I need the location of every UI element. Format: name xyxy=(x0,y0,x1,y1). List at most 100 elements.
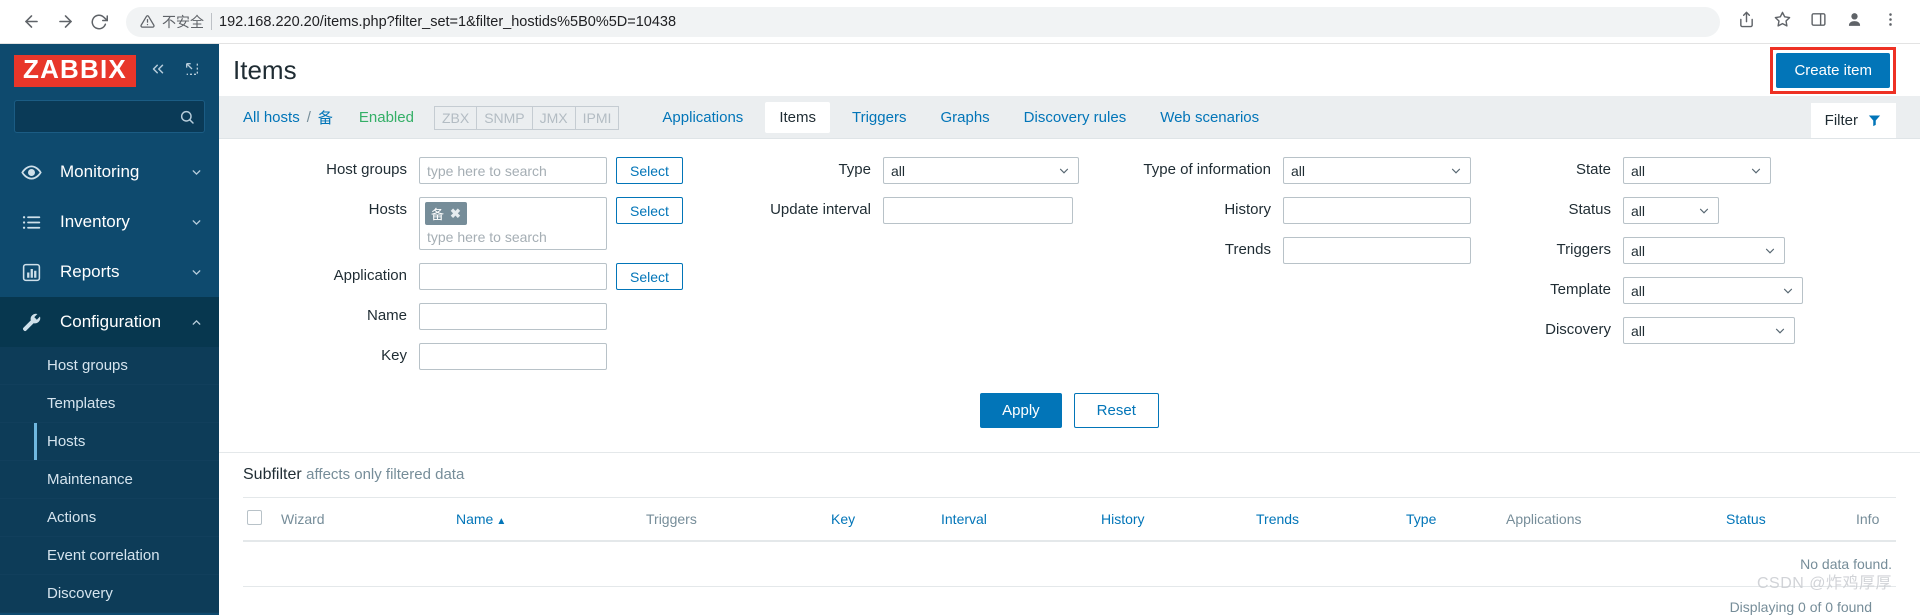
side-panel-icon xyxy=(1810,11,1827,33)
profile-icon xyxy=(1845,10,1864,34)
sidebar-item-templates[interactable]: Templates xyxy=(0,385,219,423)
state-select[interactable]: all xyxy=(1623,157,1771,184)
template-select[interactable]: all xyxy=(1623,277,1803,304)
forward-arrow-icon xyxy=(56,12,75,31)
tab-web-scenarios[interactable]: Web scenarios xyxy=(1143,109,1276,126)
zabbix-logo[interactable]: ZABBIX xyxy=(14,55,136,87)
host-groups-select-button[interactable]: Select xyxy=(616,157,683,184)
forward-button[interactable] xyxy=(48,5,82,39)
column-interval[interactable]: Interval xyxy=(937,497,1097,542)
reset-button[interactable]: Reset xyxy=(1073,393,1159,428)
application-input[interactable] xyxy=(419,263,607,290)
filter-row-host-groups: Host groups type here to search Select xyxy=(243,157,723,184)
table-row: No data found. xyxy=(243,541,1896,587)
key-input[interactable] xyxy=(419,343,607,370)
chevron-down-icon xyxy=(1763,244,1777,258)
breadcrumb-all-hosts[interactable]: All hosts xyxy=(243,109,300,126)
sidebar-item-reports[interactable]: Reports xyxy=(0,247,219,297)
sidebar-item-discovery[interactable]: Discovery xyxy=(0,575,219,613)
filter-label-triggers: Triggers xyxy=(1556,241,1611,258)
column-name[interactable]: Name ▲ xyxy=(452,497,642,542)
application-select-button[interactable]: Select xyxy=(616,263,683,290)
address-bar[interactable]: 不安全 192.168.220.20/items.php?filter_set=… xyxy=(126,6,1720,37)
tab-items[interactable]: Items xyxy=(765,102,830,134)
filter-row-history: History xyxy=(1123,197,1523,224)
tab-discovery-rules[interactable]: Discovery rules xyxy=(1007,109,1144,126)
no-data-message: No data found. xyxy=(243,541,1896,587)
protocol-badge-snmp[interactable]: SNMP xyxy=(476,105,532,130)
select-all-header[interactable] xyxy=(243,497,277,542)
protocol-badge-jmx[interactable]: JMX xyxy=(531,105,575,130)
share-button[interactable] xyxy=(1730,6,1762,38)
not-secure-label: 不安全 xyxy=(162,13,204,30)
browser-toolbar: 不安全 192.168.220.20/items.php?filter_set=… xyxy=(0,0,1920,44)
sidebar-item-inventory[interactable]: Inventory xyxy=(0,197,219,247)
hosts-multiselect[interactable]: 备 ✖ type here to search xyxy=(419,197,607,250)
type-of-information-select[interactable]: all xyxy=(1283,157,1471,184)
tab-applications[interactable]: Applications xyxy=(645,109,760,126)
hosts-select-button[interactable]: Select xyxy=(616,197,683,224)
application-root: ZABBIX Monitoring Inventory Reports Conf… xyxy=(0,44,1920,615)
filter-label-key: Key xyxy=(381,347,407,364)
sidebar-item-monitoring[interactable]: Monitoring xyxy=(0,147,219,197)
sidebar-item-label: Configuration xyxy=(60,312,162,331)
sidebar-item-label: Inventory xyxy=(60,212,130,231)
sidebar-item-host-groups[interactable]: Host groups xyxy=(0,347,219,385)
items-table-head: Wizard Name ▲ Triggers Key Interval Histo… xyxy=(243,497,1896,542)
filter-row-discovery: Discovery all xyxy=(1523,317,1853,344)
create-item-button[interactable]: Create item xyxy=(1776,52,1890,88)
sidebar-item-maintenance[interactable]: Maintenance xyxy=(0,461,219,499)
status-select[interactable]: all xyxy=(1623,197,1719,224)
main-content: Items Create item All hosts / 备 Enabled … xyxy=(219,44,1920,615)
protocol-badge-ipmi[interactable]: IPMI xyxy=(574,105,620,130)
not-secure-warning-icon[interactable] xyxy=(140,14,155,29)
sidebar-item-actions[interactable]: Actions xyxy=(0,499,219,537)
reload-button[interactable] xyxy=(82,5,116,39)
filter-tab[interactable]: Filter xyxy=(1810,103,1896,138)
history-input[interactable] xyxy=(1283,197,1471,224)
bookmark-button[interactable] xyxy=(1766,6,1798,38)
chevron-down-icon xyxy=(1697,204,1711,218)
host-status-label[interactable]: Enabled xyxy=(333,109,414,126)
column-type[interactable]: Type xyxy=(1402,497,1502,542)
update-interval-input[interactable] xyxy=(883,197,1073,224)
results-count: Displaying 0 of 0 found xyxy=(1729,599,1872,615)
protocol-badge-zbx[interactable]: ZBX xyxy=(433,105,477,130)
filter-label-type-of-information: Type of information xyxy=(1143,161,1271,178)
sidebar-subitem-label: Discovery xyxy=(47,585,113,602)
name-input[interactable] xyxy=(419,303,607,330)
double-chevron-left-icon xyxy=(149,60,167,83)
column-status[interactable]: Status xyxy=(1722,497,1852,542)
side-panel-button[interactable] xyxy=(1802,6,1834,38)
sidebar-hide-button[interactable] xyxy=(180,59,204,83)
profile-button[interactable] xyxy=(1838,6,1870,38)
column-key[interactable]: Key xyxy=(827,497,937,542)
chevron-down-icon xyxy=(1057,164,1071,178)
trends-input[interactable] xyxy=(1283,237,1471,264)
host-groups-input[interactable]: type here to search xyxy=(419,157,607,184)
discovery-select[interactable]: all xyxy=(1623,317,1795,344)
sidebar-item-configuration[interactable]: Configuration xyxy=(0,297,219,347)
tab-graphs[interactable]: Graphs xyxy=(923,109,1006,126)
column-history[interactable]: History xyxy=(1097,497,1252,542)
type-select[interactable]: all xyxy=(883,157,1079,184)
tab-triggers[interactable]: Triggers xyxy=(835,109,923,126)
bar-chart-icon xyxy=(20,262,42,283)
hosts-placeholder: type here to search xyxy=(427,229,547,245)
items-table: Wizard Name ▲ Triggers Key Interval Histo… xyxy=(243,497,1896,587)
host-chip[interactable]: 备 ✖ xyxy=(425,202,467,225)
sidebar-item-hosts[interactable]: Hosts xyxy=(0,423,219,461)
triggers-select[interactable]: all xyxy=(1623,237,1785,264)
select-all-checkbox[interactable] xyxy=(247,510,262,525)
browser-menu-button[interactable] xyxy=(1874,6,1906,38)
sidebar-collapse-button[interactable] xyxy=(146,59,170,83)
back-button[interactable] xyxy=(14,5,48,39)
sidebar-item-event-correlation[interactable]: Event correlation xyxy=(0,537,219,575)
search-input[interactable] xyxy=(14,100,205,133)
discovery-select-value: all xyxy=(1631,322,1646,339)
breadcrumb-host-name[interactable]: 备 xyxy=(318,107,333,128)
filter-row-trends: Trends xyxy=(1123,237,1523,264)
remove-chip-icon[interactable]: ✖ xyxy=(450,206,461,222)
apply-button[interactable]: Apply xyxy=(980,393,1062,428)
column-trends[interactable]: Trends xyxy=(1252,497,1402,542)
